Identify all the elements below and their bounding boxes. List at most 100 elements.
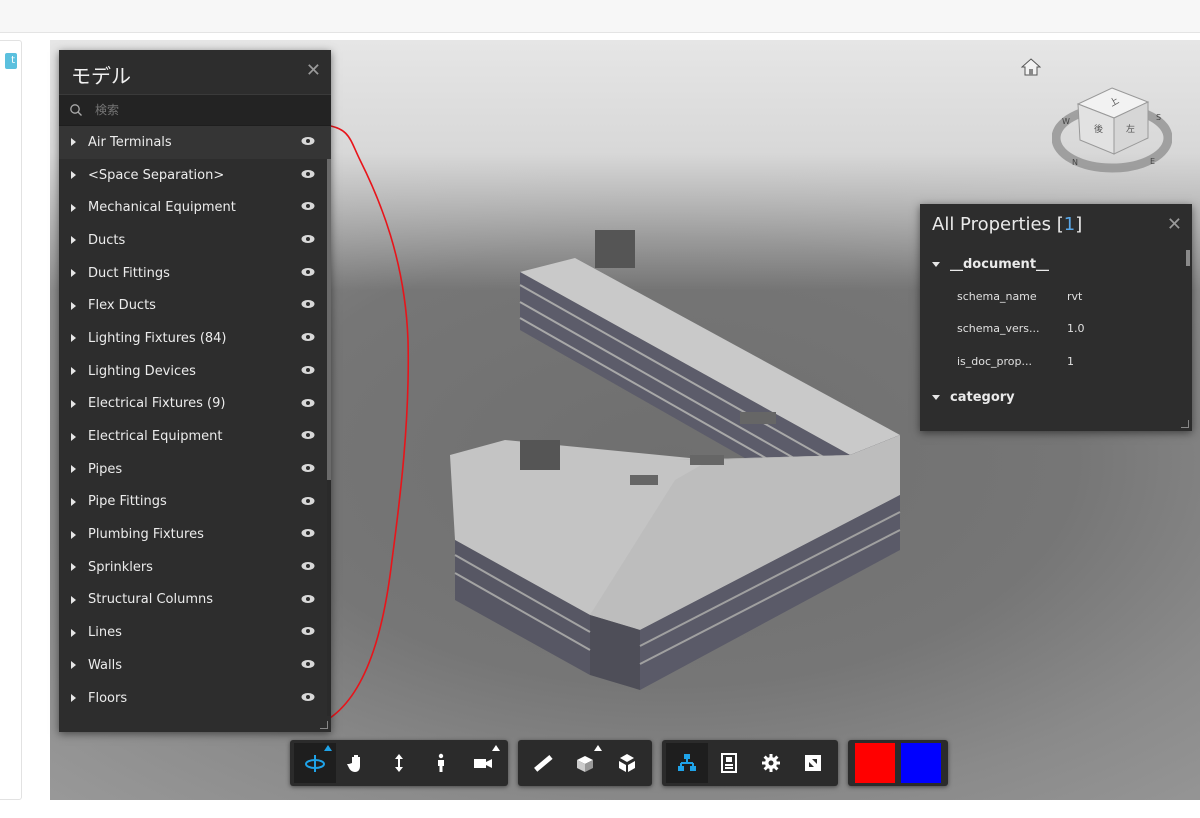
expand-icon[interactable] [71, 465, 76, 474]
visibility-eye-icon[interactable] [301, 365, 315, 375]
visibility-eye-icon[interactable] [301, 594, 315, 604]
tree-item[interactable]: Flex Ducts [59, 289, 331, 322]
properties-scrollbar[interactable] [1186, 250, 1190, 266]
expand-icon[interactable] [71, 432, 76, 441]
visibility-eye-icon[interactable] [301, 267, 315, 277]
expand-icon[interactable] [71, 661, 76, 670]
explode-button[interactable] [606, 743, 648, 783]
fullscreen-button[interactable] [792, 743, 834, 783]
expand-icon[interactable] [71, 399, 76, 408]
visibility-eye-icon[interactable] [301, 136, 315, 146]
expand-icon[interactable] [71, 694, 76, 703]
compass-east[interactable]: E [1150, 157, 1155, 166]
property-value: 1 [1067, 354, 1074, 368]
fullscreen-icon [805, 755, 821, 771]
top-bar [0, 0, 1200, 33]
tree-item[interactable]: Structural Columns [59, 584, 331, 617]
close-icon[interactable]: ✕ [306, 60, 321, 81]
expand-icon[interactable] [71, 334, 76, 343]
visibility-eye-icon[interactable] [301, 626, 315, 636]
expand-icon[interactable] [71, 367, 76, 376]
camera-button[interactable] [462, 743, 504, 783]
visibility-eye-icon[interactable] [301, 234, 315, 244]
expand-icon[interactable] [71, 203, 76, 212]
visibility-eye-icon[interactable] [301, 692, 315, 702]
tree-item[interactable]: <Space Separation> [59, 159, 331, 192]
expand-icon[interactable] [71, 236, 76, 245]
expand-icon[interactable] [71, 301, 76, 310]
tree-item[interactable]: Floors [59, 682, 331, 715]
visibility-eye-icon[interactable] [301, 332, 315, 342]
properties-button[interactable] [708, 743, 750, 783]
explode-icon [619, 754, 635, 772]
expand-icon[interactable] [71, 269, 76, 278]
measure-button[interactable] [522, 743, 564, 783]
compass-west[interactable]: W [1062, 117, 1070, 126]
compass-south[interactable]: S [1156, 113, 1161, 122]
visibility-eye-icon[interactable] [301, 299, 315, 309]
red-swatch-button[interactable] [855, 743, 895, 783]
first-person-button[interactable] [420, 743, 462, 783]
tree-item[interactable]: Electrical Fixtures (9) [59, 388, 331, 421]
tree-item-label: <Space Separation> [88, 167, 225, 183]
resize-handle[interactable] [1181, 420, 1189, 428]
expand-icon[interactable] [71, 138, 76, 147]
analysis-tools [518, 740, 652, 786]
visibility-eye-icon[interactable] [301, 528, 315, 538]
viewcube-face-left[interactable]: 左 [1126, 123, 1135, 135]
orbit-button[interactable] [294, 743, 336, 783]
search-input[interactable] [95, 103, 295, 117]
expand-icon[interactable] [71, 563, 76, 572]
tree-item[interactable]: Ducts [59, 224, 331, 257]
tree-item[interactable]: Air Terminals [59, 126, 331, 159]
model-browser-header: モデル ✕ [59, 50, 331, 94]
tree-item-label: Ducts [88, 232, 126, 248]
expand-icon[interactable] [71, 595, 76, 604]
visibility-eye-icon[interactable] [301, 169, 315, 179]
visibility-eye-icon[interactable] [301, 398, 315, 408]
visibility-eye-icon[interactable] [301, 561, 315, 571]
close-icon[interactable]: ✕ [1167, 214, 1182, 235]
model-browser-button[interactable] [666, 743, 708, 783]
expand-icon[interactable] [71, 530, 76, 539]
tree-item[interactable]: Lighting Devices [59, 355, 331, 388]
blue-swatch-button[interactable] [901, 743, 941, 783]
tree-item-label: Electrical Fixtures (9) [88, 396, 226, 412]
visibility-eye-icon[interactable] [301, 496, 315, 506]
tree-item[interactable]: Mechanical Equipment [59, 191, 331, 224]
tree-item[interactable]: Sprinklers [59, 551, 331, 584]
tree-item[interactable]: Pipe Fittings [59, 486, 331, 519]
resize-handle[interactable] [320, 721, 328, 729]
tree-item[interactable]: Pipes [59, 453, 331, 486]
settings-button[interactable] [750, 743, 792, 783]
section-button[interactable] [564, 743, 606, 783]
model-tree: Air Terminals <Space Separation> Mechanica… [59, 126, 331, 716]
visibility-eye-icon[interactable] [301, 659, 315, 669]
visibility-eye-icon[interactable] [301, 201, 315, 211]
home-icon[interactable] [1021, 58, 1041, 76]
expand-icon[interactable] [71, 497, 76, 506]
viewcube[interactable]: 上 後 左 W S N E [1052, 70, 1172, 180]
tree-item-label: Sprinklers [88, 559, 153, 575]
pan-button[interactable] [336, 743, 378, 783]
tree-item[interactable]: Lines [59, 616, 331, 649]
tree-item[interactable]: Walls [59, 649, 331, 682]
zoom-button[interactable] [378, 743, 420, 783]
tree-item[interactable]: Electrical Equipment [59, 420, 331, 453]
properties-panel: All Properties [1] ✕ __document__ schema… [920, 204, 1192, 431]
property-key: is_doc_prop... [957, 354, 1033, 368]
compass-north[interactable]: N [1072, 158, 1078, 167]
tree-item[interactable]: Lighting Fixtures (84) [59, 322, 331, 355]
visibility-eye-icon[interactable] [301, 430, 315, 440]
viewcube-face-back[interactable]: 後 [1094, 123, 1103, 135]
expand-icon[interactable] [71, 171, 76, 180]
tree-item[interactable]: Plumbing Fixtures [59, 518, 331, 551]
expand-icon [932, 395, 940, 400]
property-section[interactable]: category [920, 382, 1192, 414]
property-section[interactable]: __document__ [920, 248, 1192, 280]
section-icon [577, 756, 593, 772]
tree-item[interactable]: Duct Fittings [59, 257, 331, 290]
expand-icon[interactable] [71, 628, 76, 637]
visibility-eye-icon[interactable] [301, 463, 315, 473]
side-badge[interactable]: t [5, 53, 17, 69]
